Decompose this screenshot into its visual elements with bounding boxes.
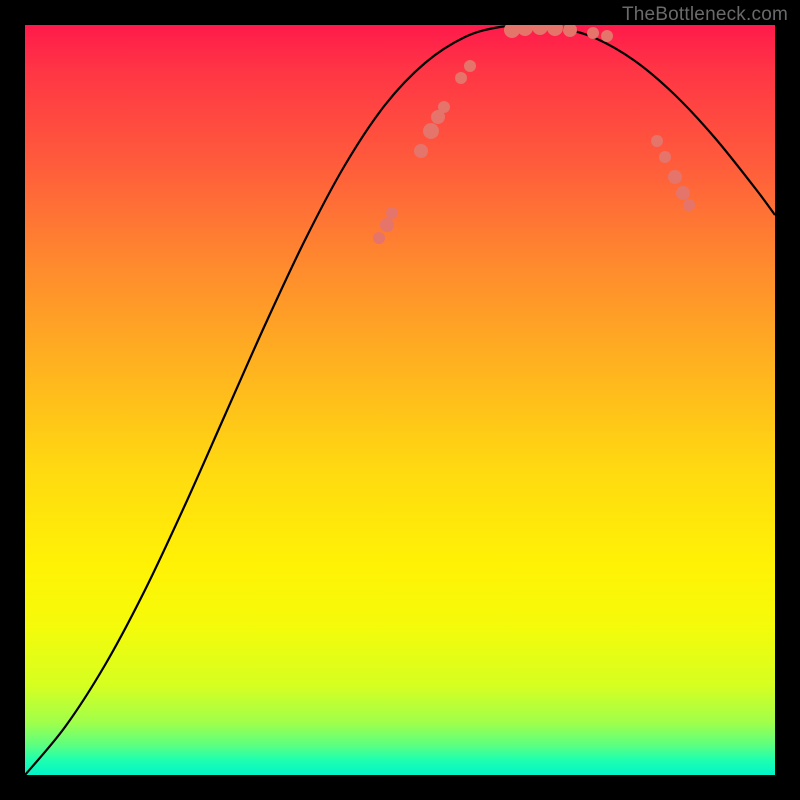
data-marker <box>464 60 476 72</box>
data-marker <box>587 27 599 39</box>
data-marker <box>380 218 394 232</box>
data-marker <box>517 25 533 36</box>
bottleneck-curve <box>25 25 775 775</box>
data-marker <box>414 144 428 158</box>
data-marker <box>532 25 548 35</box>
data-marker <box>659 151 671 163</box>
data-marker <box>438 101 450 113</box>
data-marker <box>676 186 690 200</box>
data-marker <box>601 30 613 42</box>
watermark-text: TheBottleneck.com <box>622 4 788 26</box>
data-marker <box>651 135 663 147</box>
plot-area <box>25 25 775 775</box>
data-marker <box>423 123 439 139</box>
data-marker <box>373 232 385 244</box>
data-marker <box>683 199 695 211</box>
data-marker <box>563 25 577 37</box>
data-marker <box>386 207 398 219</box>
data-marker <box>455 72 467 84</box>
data-marker <box>547 25 563 36</box>
data-marker <box>668 170 682 184</box>
